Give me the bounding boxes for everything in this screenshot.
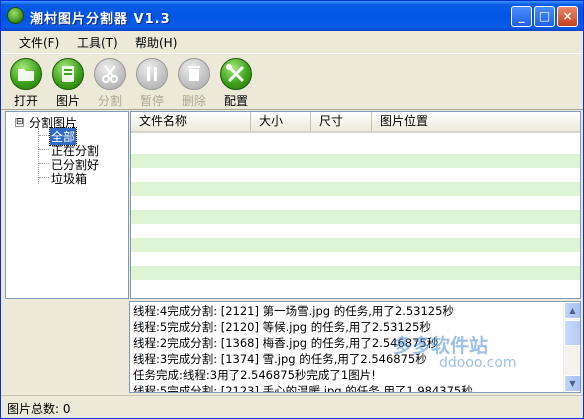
open-label: 打开 — [13, 94, 38, 108]
watermark-url: ddooo.com — [439, 355, 517, 371]
split-label: 分割 — [97, 94, 122, 108]
status-bar: 图片总数: 0 — [1, 395, 583, 418]
tree-connector — [39, 177, 49, 178]
config-button[interactable]: 配置 — [216, 58, 256, 108]
image-button[interactable]: 图片 — [48, 58, 88, 108]
folder-open-icon — [10, 58, 42, 90]
menu-file[interactable]: 文件(F) — [19, 34, 59, 51]
column-header-filename[interactable]: 文件名称 — [131, 112, 251, 131]
title-bar[interactable]: 潮村图片分割器 V1.3 _ □ × — [1, 1, 583, 31]
config-label: 配置 — [223, 94, 248, 108]
column-header-dimensions[interactable]: 尺寸 — [311, 112, 372, 131]
file-list[interactable]: 文件名称 大小 尺寸 图片位置 — [130, 111, 581, 299]
close-button[interactable]: × — [557, 6, 578, 27]
log-output[interactable]: 线程:4完成分割: [2121] 第一场雪.jpg 的任务,用了2.53125秒… — [129, 301, 581, 393]
menu-help[interactable]: 帮助(H) — [135, 34, 177, 51]
list-row-stripe — [131, 154, 580, 168]
pause-button[interactable]: 暂停 — [132, 58, 172, 108]
image-count-status: 图片总数: 0 — [7, 402, 71, 416]
column-header-size[interactable]: 大小 — [251, 112, 311, 131]
menu-tools[interactable]: 工具(T) — [77, 34, 118, 51]
tree-connector — [39, 135, 49, 136]
watermark-logo: 多多软件站 — [393, 335, 489, 357]
pause-icon — [136, 58, 168, 90]
main-window: 潮村图片分割器 V1.3 _ □ × 文件(F) 工具(T) 帮助(H) 打开 … — [0, 0, 584, 419]
trash-icon — [178, 58, 210, 90]
category-tree: ⊟ 分割图片 全部 正在分割 已分割好 垃圾箱 — [5, 111, 129, 299]
list-header: 文件名称 大小 尺寸 图片位置 — [131, 112, 580, 133]
tree-connector — [38, 128, 39, 184]
window-title: 潮村图片分割器 V1.3 — [30, 12, 171, 27]
log-line: 线程:5完成分割: [2123] 手心的温暖.jpg 的任务,用了1.98437… — [133, 384, 473, 393]
delete-label: 删除 — [181, 94, 206, 108]
scissors-icon — [94, 58, 126, 90]
column-header-location[interactable]: 图片位置 — [372, 112, 580, 131]
list-row-stripe — [131, 266, 580, 280]
scroll-down-icon[interactable]: ▼ — [564, 375, 580, 392]
tools-icon — [220, 58, 252, 90]
scroll-up-icon[interactable]: ▲ — [564, 302, 580, 319]
image-icon — [52, 58, 84, 90]
app-icon — [7, 7, 24, 24]
scrollbar-thumb[interactable] — [564, 320, 580, 346]
minimize-button[interactable]: _ — [511, 6, 532, 27]
list-row-stripe — [131, 210, 580, 224]
tree-collapse-icon[interactable]: ⊟ — [15, 118, 24, 127]
log-line: 线程:3完成分割: [1374] 雪.jpg 的任务,用了2.546875秒 — [133, 352, 427, 366]
menu-bar: 文件(F) 工具(T) 帮助(H) — [1, 31, 583, 53]
tree-connector — [39, 149, 49, 150]
log-line: 任务完成:线程:3用了2.546875秒完成了1图片! — [133, 368, 376, 382]
tree-connector — [39, 163, 49, 164]
tree-item-trash[interactable]: 垃圾箱 — [50, 170, 88, 187]
log-line: 线程:5完成分割: [2120] 等候.jpg 的任务,用了2.53125秒 — [133, 320, 431, 334]
maximize-button[interactable]: □ — [534, 6, 555, 27]
open-button[interactable]: 打开 — [6, 58, 46, 108]
list-row-stripe — [131, 182, 580, 196]
list-row-stripe — [131, 238, 580, 252]
split-button[interactable]: 分割 — [90, 58, 130, 108]
pause-label: 暂停 — [139, 94, 164, 108]
log-scrollbar[interactable]: ▲ ▼ — [563, 302, 580, 392]
delete-button[interactable]: 删除 — [174, 58, 214, 108]
log-line: 线程:4完成分割: [2121] 第一场雪.jpg 的任务,用了2.53125秒 — [133, 304, 454, 318]
image-label: 图片 — [55, 94, 80, 108]
toolbar: 打开 图片 分割 暂停 删除 配置 — [1, 53, 583, 110]
